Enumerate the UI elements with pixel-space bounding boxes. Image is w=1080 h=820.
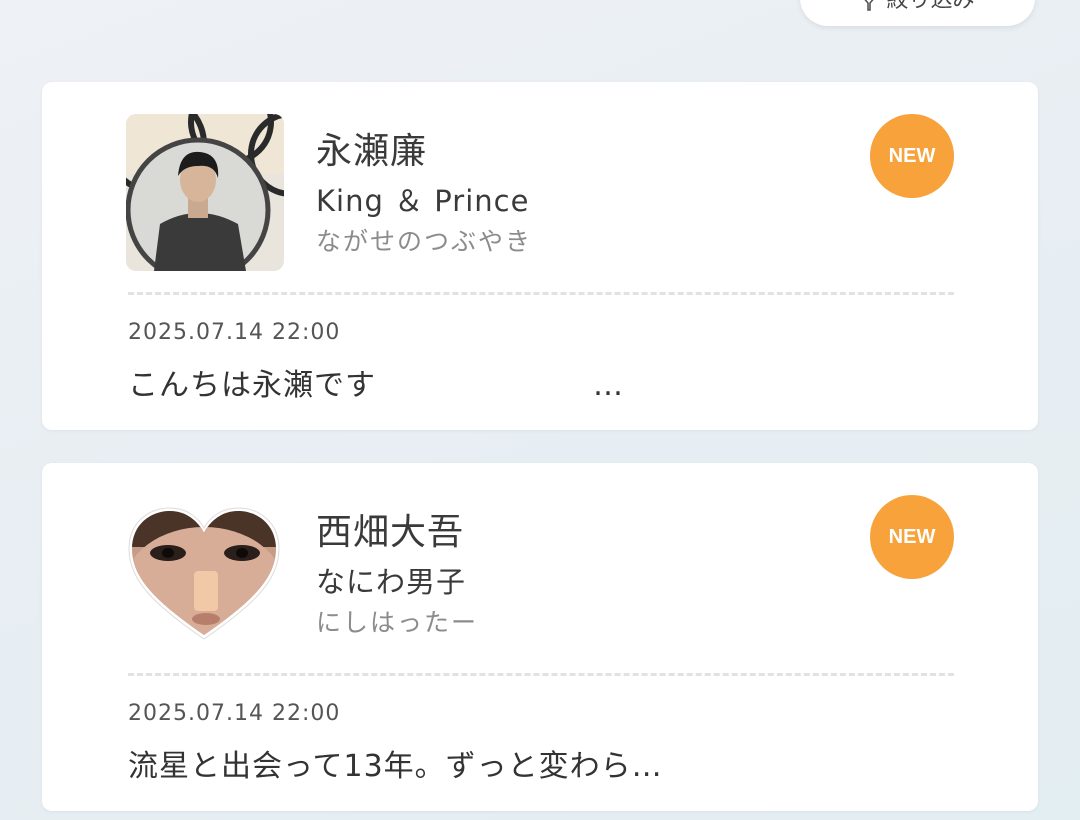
group-name: なにわ男子 [316,565,467,599]
post-date: 2025.07.14 22:00 [128,701,341,726]
blog-title: ながせのつぶやき [316,227,533,256]
divider [128,292,954,295]
author-name: 永瀬廉 [316,131,428,172]
author-name: 西畑大吾 [316,512,465,553]
post-message: こんちは永瀬です … [128,368,624,403]
filter-label: 絞り込み [886,0,975,13]
new-badge: NEW [870,495,954,579]
filter-icon [864,0,875,11]
new-badge: NEW [870,114,954,198]
post-message: 流星と出会って13年。ずっと変わら… [128,749,663,784]
blog-title: にしはったー [316,608,479,637]
avatar [126,114,284,271]
post-card[interactable]: 永瀬廉 King ＆ Prince ながせのつぶやき NEW 2025.07.1… [42,82,1038,430]
group-name: King ＆ Prince [316,184,530,218]
filter-button[interactable]: 絞り込み [800,0,1035,26]
post-date: 2025.07.14 22:00 [128,320,341,345]
divider [128,673,954,676]
avatar [128,507,280,642]
post-card[interactable]: 西畑大吾 なにわ男子 にしはったー NEW 2025.07.14 22:00 流… [42,463,1038,811]
